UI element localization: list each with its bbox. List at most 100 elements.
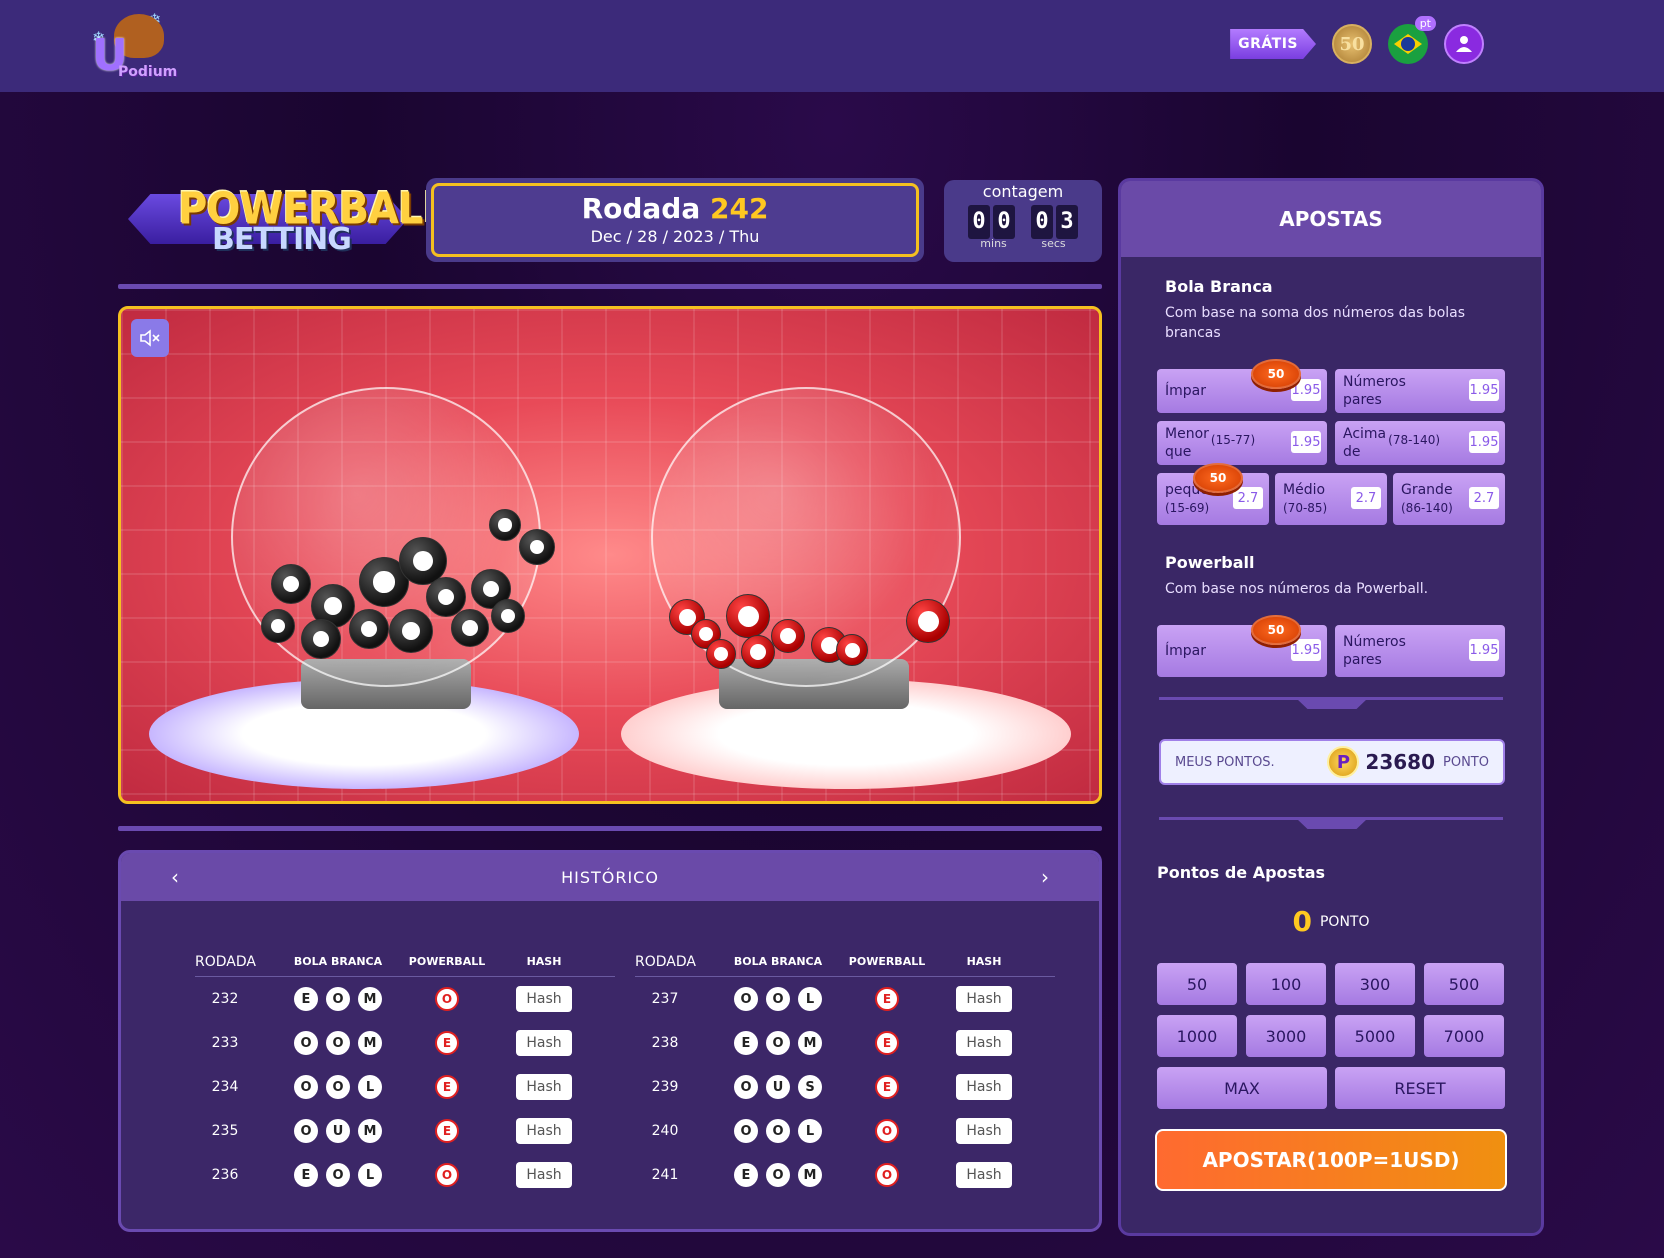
bet-points-title: Pontos de Apostas [1157, 863, 1326, 882]
language-badge: pt [1414, 16, 1436, 31]
amount-button-500[interactable]: 500 [1424, 963, 1504, 1005]
history-prev-button[interactable]: ‹ [171, 865, 179, 889]
powerball-result: O [875, 1119, 899, 1143]
white-ball-result: O [294, 1075, 318, 1099]
hash-button[interactable]: Hash [516, 1162, 572, 1188]
bet-white-odd[interactable]: Ímpar 1.95 [1157, 369, 1327, 413]
bet-points-value: 0 [1292, 905, 1312, 938]
amount-button-300[interactable]: 300 [1335, 963, 1415, 1005]
user-avatar-button[interactable] [1444, 24, 1484, 64]
round-info: Rodada 242 Dec / 28 / 2023 / Thu [426, 178, 924, 262]
round-cell: 235 [211, 1123, 239, 1139]
countdown-digit: 0 [993, 205, 1015, 239]
powerball-title: Powerball [1165, 553, 1255, 572]
hash-button[interactable]: Hash [516, 1118, 572, 1144]
countdown-digit: 0 [968, 205, 990, 239]
hash-button[interactable]: Hash [516, 1030, 572, 1056]
table-row: 235 O U M E Hash [195, 1109, 615, 1153]
bet-panel: APOSTAS Bola Branca Com base na soma dos… [1118, 178, 1544, 1236]
reset-button[interactable]: RESET [1335, 1067, 1505, 1109]
history-table-right: RODADA BOLA BRANCA POWERBALL HASH 237 O O L… [635, 947, 1055, 1197]
round-number: 242 [709, 192, 769, 225]
round-cell: 241 [651, 1167, 679, 1183]
hash-button[interactable]: Hash [956, 1030, 1012, 1056]
history-panel: ‹ HISTÓRICO › RODADA BOLA BRANCA POWERBA… [118, 850, 1102, 1232]
table-row: 233 O O M E Hash [195, 1021, 615, 1065]
place-bet-button[interactable]: APOSTAR(100P=1USD) [1155, 1129, 1507, 1191]
amount-button-100[interactable]: 100 [1246, 963, 1326, 1005]
white-ball-result: O [766, 1031, 790, 1055]
powerball-result: E [875, 987, 899, 1011]
white-ball-result: O [766, 987, 790, 1011]
amount-button-5000[interactable]: 5000 [1335, 1015, 1415, 1057]
round-cell: 238 [651, 1035, 679, 1051]
white-ball-result: L [358, 1075, 382, 1099]
white-ball-title: Bola Branca [1165, 277, 1273, 296]
brazil-flag-icon[interactable]: pt [1388, 16, 1436, 64]
white-ball-result: M [358, 1119, 382, 1143]
my-points: MEUS PONTOS. P 23680 PONTO [1159, 739, 1505, 785]
table-row: 241 E O M O Hash [635, 1153, 1055, 1197]
hash-button[interactable]: Hash [956, 1074, 1012, 1100]
white-ball-result: E [294, 1163, 318, 1187]
powerball-result: O [875, 1163, 899, 1187]
white-ball-result: L [358, 1163, 382, 1187]
site-logo[interactable]: ❄ ❄ U Podium [88, 8, 184, 84]
powerball-subtitle: Com base nos números da Powerball. [1165, 581, 1429, 597]
divider [118, 826, 1102, 831]
white-ball-result: U [766, 1075, 790, 1099]
white-ball-result: L [798, 1119, 822, 1143]
bet-power-odd[interactable]: Ímpar 1.95 [1157, 625, 1327, 677]
user-icon [1456, 36, 1472, 52]
free-button[interactable]: GRÁTIS [1230, 29, 1316, 59]
my-points-value: 23680 [1365, 750, 1436, 774]
hash-button[interactable]: Hash [956, 1162, 1012, 1188]
bet-white-over[interactable]: Acima de (78-140) 1.95 [1335, 421, 1505, 465]
white-ball-result: O [766, 1119, 790, 1143]
history-next-button[interactable]: › [1041, 865, 1049, 889]
powerball-result: E [435, 1031, 459, 1055]
white-ball-result: O [294, 1119, 318, 1143]
powerball-result: E [875, 1031, 899, 1055]
white-ball-result: O [326, 987, 350, 1011]
hash-button[interactable]: Hash [516, 1074, 572, 1100]
round-cell: 237 [651, 991, 679, 1007]
white-ball-result: O [326, 1163, 350, 1187]
table-row: 236 E O L O Hash [195, 1153, 615, 1197]
coin-icon[interactable]: 50 [1332, 24, 1372, 64]
max-button[interactable]: MAX [1157, 1067, 1327, 1109]
bet-white-even[interactable]: Números pares 1.95 [1335, 369, 1505, 413]
white-ball-result: M [798, 1163, 822, 1187]
bet-points: 0 PONTO [1292, 905, 1370, 938]
history-title: HISTÓRICO [561, 867, 659, 887]
white-ball-result: O [326, 1075, 350, 1099]
white-ball-result: O [734, 987, 758, 1011]
table-row: 240 O O L O Hash [635, 1109, 1055, 1153]
hash-button[interactable]: Hash [516, 986, 572, 1012]
hash-button[interactable]: Hash [956, 1118, 1012, 1144]
amount-button-1000[interactable]: 1000 [1157, 1015, 1237, 1057]
table-row: 232 E O M O Hash [195, 977, 615, 1021]
white-ball-subtitle: Com base na soma dos números das bolas b… [1165, 305, 1466, 341]
bet-white-medium[interactable]: Médio (70-85) 2.7 [1275, 473, 1387, 525]
bet-white-large[interactable]: Grande (86-140) 2.7 [1393, 473, 1505, 525]
bet-power-even[interactable]: Números pares 1.95 [1335, 625, 1505, 677]
amount-button-50[interactable]: 50 [1157, 963, 1237, 1005]
amount-button-7000[interactable]: 7000 [1424, 1015, 1504, 1057]
history-table-left: RODADA BOLA BRANCA POWERBALL HASH 232 E O M… [195, 947, 615, 1197]
table-row: 238 E O M E Hash [635, 1021, 1055, 1065]
white-ball-result: M [798, 1031, 822, 1055]
countdown-digit: 3 [1056, 205, 1078, 239]
white-ball-result: U [326, 1119, 350, 1143]
bet-white-under[interactable]: Menor que (15-77) 1.95 [1157, 421, 1327, 465]
white-ball-result: O [326, 1031, 350, 1055]
round-date: Dec / 28 / 2023 / Thu [590, 227, 760, 246]
mute-button[interactable] [131, 319, 169, 357]
amount-button-3000[interactable]: 3000 [1246, 1015, 1326, 1057]
white-ball-result: L [798, 987, 822, 1011]
white-ball-result: O [766, 1163, 790, 1187]
white-ball-result: E [734, 1163, 758, 1187]
round-cell: 236 [211, 1167, 239, 1183]
divider [118, 284, 1102, 289]
hash-button[interactable]: Hash [956, 986, 1012, 1012]
